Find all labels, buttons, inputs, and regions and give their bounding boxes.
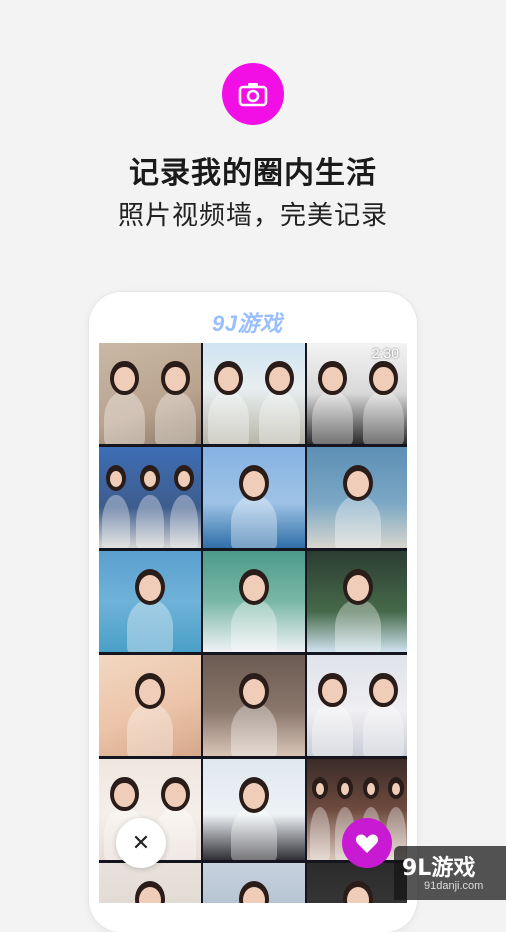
person-face (139, 679, 161, 705)
person-silhouette (231, 495, 277, 548)
person-face (165, 367, 186, 392)
person-silhouette (102, 495, 130, 548)
photo-tile[interactable] (203, 655, 305, 756)
person-face (366, 783, 375, 796)
close-icon: ✕ (131, 830, 151, 856)
photo-tile[interactable] (99, 551, 201, 652)
photo-tile[interactable] (307, 863, 407, 903)
photo-tile[interactable] (99, 343, 201, 444)
person-silhouette (208, 391, 249, 444)
person-face (218, 367, 239, 392)
person-silhouette (136, 495, 164, 548)
site-logo-text: 9L游戏 (402, 856, 476, 881)
person-silhouette (363, 391, 404, 444)
person-face (243, 783, 265, 809)
person-face (243, 575, 265, 601)
photo-tile[interactable] (203, 759, 305, 860)
person-face (373, 679, 394, 704)
person-silhouette (231, 599, 277, 652)
person-face (315, 783, 324, 796)
camera-icon (238, 83, 268, 107)
person-face (322, 367, 343, 392)
site-watermark-logo: 9L游戏 91danji.com (394, 846, 506, 900)
photo-tile[interactable] (203, 863, 305, 903)
photo-tile[interactable] (203, 343, 305, 444)
person-silhouette (309, 807, 330, 860)
watermark-text: 9J游戏 (212, 311, 283, 336)
person-silhouette (104, 391, 145, 444)
person-silhouette (312, 703, 353, 756)
feature-subtitle: 照片视频墙，完美记录 (117, 201, 388, 231)
person-silhouette (127, 703, 173, 756)
person-face (243, 679, 265, 705)
person-silhouette (259, 391, 300, 444)
person-silhouette (312, 391, 353, 444)
person-silhouette (335, 495, 381, 548)
photo-tile[interactable] (99, 655, 201, 756)
heart-icon (355, 834, 379, 853)
close-button[interactable]: ✕ (116, 818, 166, 868)
photo-tile[interactable] (307, 655, 407, 756)
person-silhouette (170, 495, 198, 548)
person-face (139, 575, 161, 601)
person-face (114, 367, 135, 392)
person-face (114, 783, 135, 808)
person-face (347, 575, 369, 601)
photo-tile[interactable] (307, 551, 407, 652)
person-face (322, 679, 343, 704)
person-silhouette (335, 599, 381, 652)
person-silhouette (231, 807, 277, 860)
person-face (165, 783, 186, 808)
photo-tile[interactable] (307, 447, 407, 548)
person-face (373, 367, 394, 392)
person-silhouette (155, 391, 196, 444)
person-silhouette (363, 703, 404, 756)
person-face (243, 471, 265, 497)
person-silhouette (231, 703, 277, 756)
photo-tile[interactable] (203, 447, 305, 548)
feature-title: 记录我的圈内生活 (129, 156, 377, 191)
person-face (269, 367, 290, 392)
photo-tile[interactable] (99, 447, 201, 548)
status-bar-time: 2:30 (371, 345, 399, 361)
photo-tile[interactable] (203, 551, 305, 652)
person-face (347, 471, 369, 497)
photo-tile[interactable] (99, 863, 201, 903)
person-silhouette (127, 599, 173, 652)
like-button[interactable] (342, 818, 392, 868)
site-url-text: 91danji.com (424, 880, 484, 892)
camera-badge (222, 63, 284, 125)
